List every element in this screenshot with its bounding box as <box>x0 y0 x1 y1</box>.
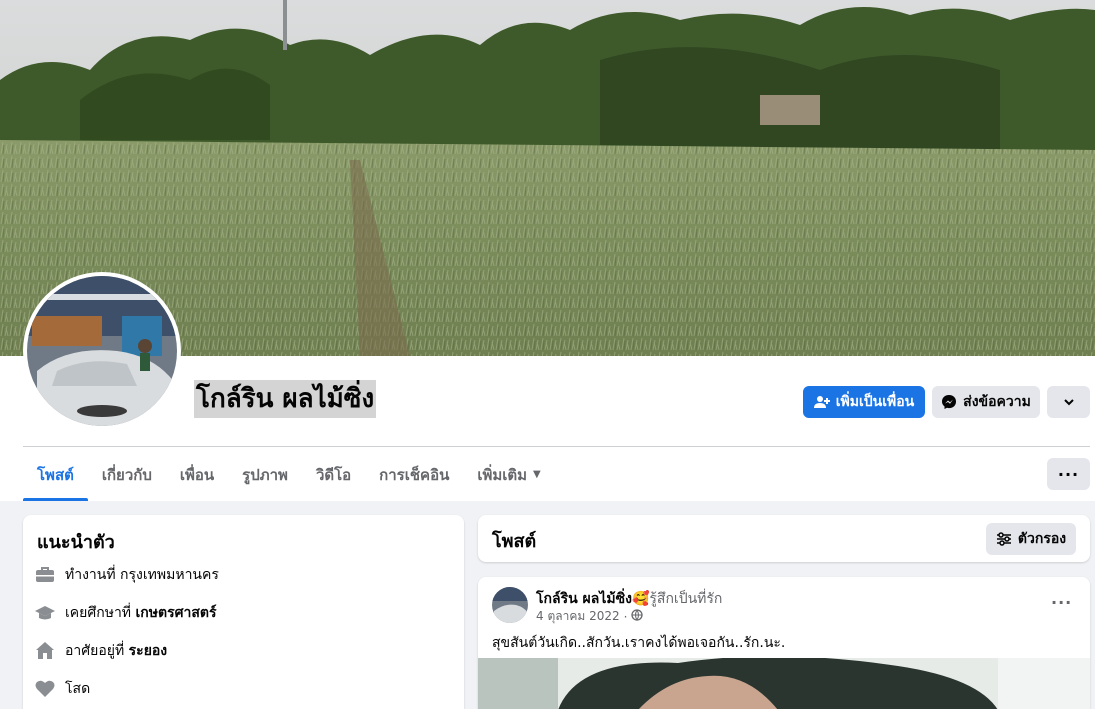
intro-item-education: เคยศึกษาที่ เกษตรศาสตร์ <box>35 601 217 625</box>
message-button[interactable]: ส่งข้อความ <box>932 386 1040 418</box>
posts-header-card: โพสต์ ตัวกรอง <box>478 515 1090 562</box>
post-date[interactable]: 4 ตุลาคม 2022 <box>536 607 620 626</box>
intro-relationship-text: โสด <box>65 681 91 697</box>
intro-item-relationship: โสด <box>35 677 90 701</box>
heart-icon <box>35 679 55 699</box>
tab-videos[interactable]: วิดีโอ <box>302 448 365 501</box>
intro-education-school[interactable]: เกษตรศาสตร์ <box>136 605 217 621</box>
tab-label: เกี่ยวกับ <box>101 465 152 484</box>
posts-title: โพสต์ <box>492 531 537 552</box>
intro-home-city[interactable]: ระยอง <box>129 643 168 659</box>
profile-options-button[interactable] <box>1047 386 1090 418</box>
profile-avatar[interactable] <box>23 272 181 430</box>
tab-label: รูปภาพ <box>242 465 288 484</box>
tab-checkins[interactable]: การเช็คอิน <box>365 448 463 501</box>
messenger-icon <box>941 394 957 410</box>
intro-work-text: ทำงานที่ กรุงเทพมหานคร <box>65 567 219 583</box>
post-author-name[interactable]: โกล์ริน ผลไม้ซิ่ง <box>536 591 632 607</box>
header-divider <box>23 446 1090 447</box>
add-friend-label: เพิ่มเป็นเพื่อน <box>835 394 915 410</box>
add-friend-button[interactable]: เพิ่มเป็นเพื่อน <box>803 386 925 418</box>
intro-card: แนะนำตัว ทำงานที่ กรุงเทพมหานคร เคยศึกษา… <box>23 515 464 709</box>
post-options-icon[interactable]: ··· <box>1051 593 1072 612</box>
filter-button[interactable]: ตัวกรอง <box>986 523 1076 555</box>
filter-icon <box>996 531 1012 547</box>
post-card: โกล์ริน ผลไม้ซิ่ง🥰รู้สึกเป็นที่รัก 4 ตุล… <box>478 577 1090 709</box>
post-meta-separator: · <box>623 609 628 624</box>
intro-home-prefix: อาศัยอยู่ที่ <box>65 643 129 659</box>
message-label: ส่งข้อความ <box>963 394 1031 410</box>
post-author-avatar[interactable] <box>492 587 528 623</box>
tab-photos[interactable]: รูปภาพ <box>228 448 302 501</box>
tab-label: การเช็คอิน <box>379 465 450 484</box>
intro-education-prefix: เคยศึกษาที่ <box>65 605 136 621</box>
tab-label: วิดีโอ <box>315 465 352 484</box>
tab-label: เพิ่มเติม <box>477 465 528 484</box>
tab-more[interactable]: เพิ่มเติม ▼ <box>463 448 554 501</box>
post-photo[interactable] <box>478 658 1090 709</box>
chevron-down-icon <box>1062 395 1076 409</box>
tab-label: โพสต์ <box>37 465 74 484</box>
briefcase-icon <box>35 565 55 585</box>
home-icon <box>35 641 55 661</box>
globe-icon <box>631 609 644 624</box>
post-meta: 4 ตุลาคม 2022 · <box>536 607 644 626</box>
intro-title: แนะนำตัว <box>37 532 115 553</box>
tab-posts[interactable]: โพสต์ <box>23 448 88 501</box>
tab-about[interactable]: เกี่ยวกับ <box>88 448 166 501</box>
post-feeling: รู้สึกเป็นที่รัก <box>649 591 723 607</box>
caret-down-icon: ▼ <box>533 469 541 480</box>
profile-tabs: โพสต์ เกี่ยวกับ เพื่อน รูปภาพ วิดีโอ การ… <box>23 448 555 501</box>
intro-item-work: ทำงานที่ กรุงเทพมหานคร <box>35 563 219 587</box>
add-friend-icon <box>813 394 830 410</box>
post-text: สุขสันต์วันเกิด..สักวัน.เราคงได้พอเจอกัน… <box>492 635 786 651</box>
filter-label: ตัวกรอง <box>1017 531 1067 547</box>
feeling-emoji-icon: 🥰 <box>631 591 650 607</box>
tab-label: เพื่อน <box>179 465 215 484</box>
graduation-cap-icon <box>35 603 55 623</box>
tab-friends[interactable]: เพื่อน <box>166 448 228 501</box>
intro-item-home: อาศัยอยู่ที่ ระยอง <box>35 639 167 663</box>
tabs-more-options-button[interactable]: ··· <box>1047 458 1090 490</box>
more-dots-icon: ··· <box>1057 464 1080 484</box>
profile-name: โกล์ริน ผลไม้ซิ่ง <box>194 380 377 418</box>
